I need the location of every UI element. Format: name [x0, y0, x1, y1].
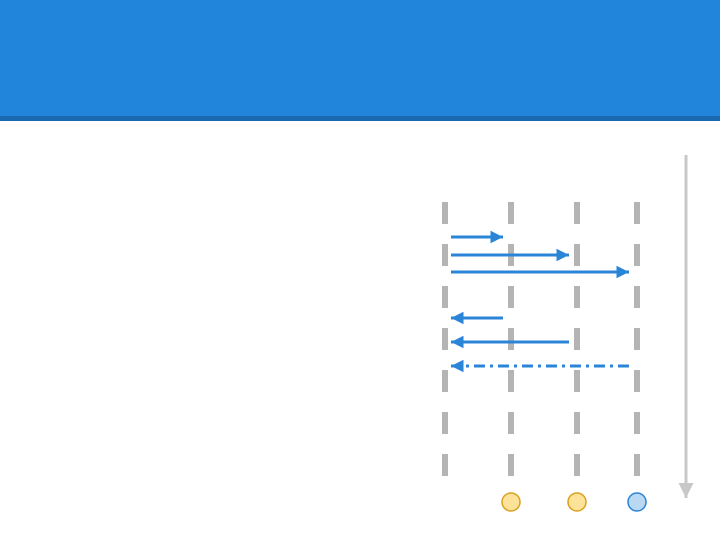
messages — [451, 230, 629, 373]
participant-nodes — [501, 492, 647, 512]
sequence-diagram — [442, 155, 694, 512]
lifelines — [442, 202, 640, 478]
participant-node-2 — [501, 492, 521, 512]
participant-node-4 — [627, 492, 647, 512]
participant-node-3 — [567, 492, 587, 512]
slide — [0, 0, 720, 540]
